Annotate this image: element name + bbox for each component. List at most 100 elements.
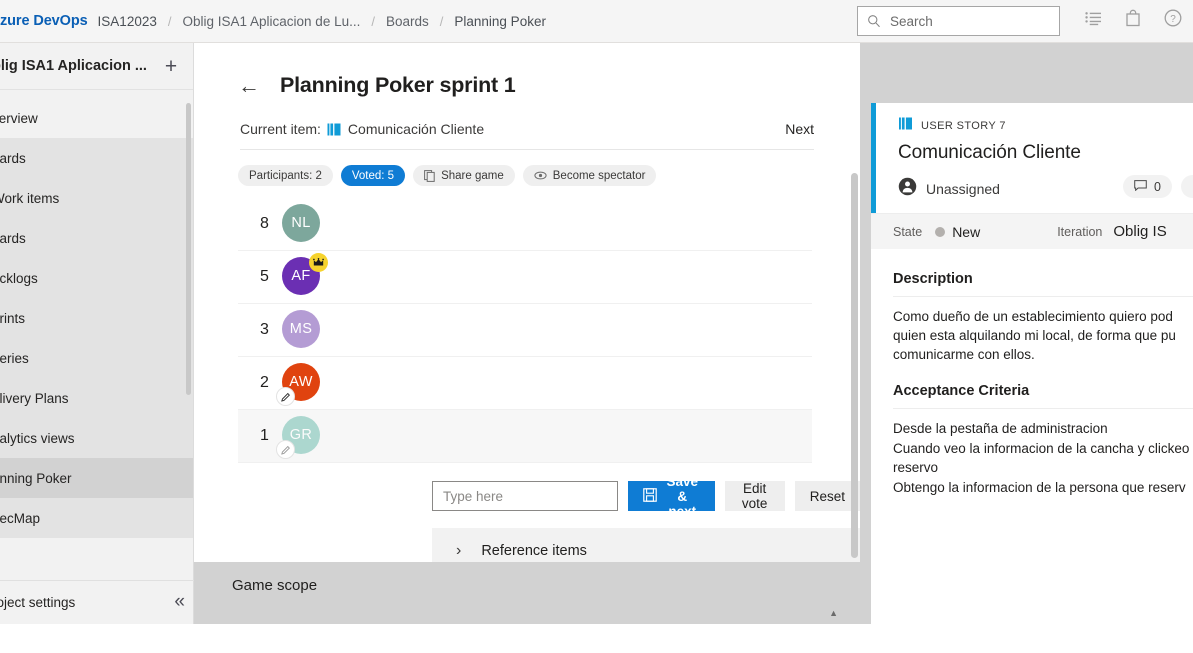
comment-count: 0 <box>1154 179 1161 194</box>
current-item-label: Current item: <box>240 121 321 137</box>
participants-chip[interactable]: Participants: 2 <box>238 165 333 186</box>
page-title: Planning Poker sprint 1 <box>280 72 516 97</box>
table-row[interactable]: 3 MS <box>238 304 812 357</box>
project-header[interactable]: blig ISA1 Aplicacion ... + <box>0 43 193 90</box>
work-item-panel: USER STORY 7 Comunicación Cliente Unassi… <box>860 43 1193 653</box>
sidebar-item-analytics-views[interactable]: nalytics views <box>0 418 193 458</box>
scroll-up-arrow-icon[interactable]: ▲ <box>829 608 838 618</box>
current-item-name[interactable]: Comunicación Cliente <box>348 121 484 137</box>
vote-value: 8 <box>260 215 269 232</box>
sidebar-item-overview[interactable]: verview <box>0 98 193 138</box>
breadcrumb-item-organization[interactable]: ISA12023 <box>98 14 157 29</box>
participants-chip-label: Participants: 2 <box>249 169 322 182</box>
backlog-list-icon[interactable] <box>1073 11 1113 26</box>
search-box[interactable] <box>857 6 1060 36</box>
sidebar-item-sprints[interactable]: prints <box>0 298 193 338</box>
share-game-chip-label: Share game <box>441 169 504 182</box>
secondary-pill[interactable] <box>1181 175 1193 198</box>
voted-chip[interactable]: Voted: 5 <box>340 165 406 186</box>
vote-value: 1 <box>260 427 269 444</box>
person-icon <box>898 177 917 201</box>
next-button[interactable]: Next <box>785 121 814 137</box>
description-heading: Description <box>893 271 973 287</box>
sidebar-item-label: ueries <box>0 350 29 366</box>
edit-pencil-icon[interactable] <box>276 387 295 406</box>
sidebar-item-label: acklogs <box>0 270 38 286</box>
vote-value: 5 <box>260 268 269 285</box>
sidebar-scrollbar[interactable] <box>186 103 191 395</box>
avatar-wrapper: NL <box>282 204 322 244</box>
sidebar-boards-group: oards Work items oards acklogs prints ue… <box>0 138 193 538</box>
project-name: blig ISA1 Aplicacion ... <box>0 58 147 74</box>
vote-value: 3 <box>260 321 269 338</box>
azure-devops-logo[interactable]: zure DevOps <box>0 13 88 29</box>
sidebar-item-delivery-plans[interactable]: elivery Plans <box>0 378 193 418</box>
user-story-book-icon <box>327 123 341 136</box>
table-row[interactable]: 5 AF <box>238 251 812 304</box>
avatar[interactable]: MS <box>282 310 320 348</box>
description-line: quien esta alquilando mi local, de forma… <box>893 328 1176 343</box>
current-item-row: Current item: Comunicación Cliente Next <box>240 121 814 150</box>
top-bar-icons: ? <box>1073 9 1193 27</box>
avatar-wrapper: AW <box>276 363 322 406</box>
project-settings-label: roject settings <box>0 595 76 610</box>
sidebar-item-planning-poker[interactable]: anning Poker <box>0 458 193 498</box>
chevron-right-icon[interactable]: › <box>456 542 461 560</box>
marketplace-bag-icon[interactable] <box>1113 9 1153 27</box>
table-row[interactable]: 2 AW <box>238 357 812 410</box>
share-game-chip[interactable]: Share game <box>413 165 515 186</box>
divider <box>893 408 1193 409</box>
breadcrumb-item-project[interactable]: Oblig ISA1 Aplicacion de Lu... <box>182 14 360 29</box>
vote-input[interactable] <box>432 481 618 511</box>
sidebar-item-backlogs[interactable]: acklogs <box>0 258 193 298</box>
add-new-icon[interactable]: + <box>160 55 182 78</box>
copy-icon <box>424 169 435 182</box>
breadcrumb-separator: / <box>439 13 444 29</box>
state-dot-icon <box>935 226 946 237</box>
search-icon <box>867 14 881 28</box>
table-row[interactable]: 8 NL <box>238 198 812 251</box>
sidebar-item-boards-group[interactable]: oards <box>0 138 193 178</box>
sidebar-item-boards[interactable]: oards <box>0 218 193 258</box>
assigned-to-value: Unassigned <box>926 181 1000 197</box>
avatar-wrapper: AF <box>282 253 328 297</box>
chevron-double-left-icon[interactable]: « <box>174 591 185 613</box>
comment-count-pill[interactable]: 0 <box>1123 175 1172 198</box>
sidebar-item-work-items[interactable]: Work items <box>0 178 193 218</box>
sidebar-item-queries[interactable]: ueries <box>0 338 193 378</box>
iteration-value[interactable]: Oblig IS <box>1113 223 1166 240</box>
become-spectator-chip[interactable]: Become spectator <box>522 165 657 186</box>
edit-vote-button[interactable]: Edit vote <box>724 481 785 511</box>
vote-value: 2 <box>260 374 269 391</box>
work-item-card: USER STORY 7 Comunicación Cliente Unassi… <box>871 103 1193 653</box>
state-label: State <box>893 224 923 239</box>
breadcrumb-item-planning-poker[interactable]: Planning Poker <box>454 14 546 29</box>
work-item-header: USER STORY 7 Comunicación Cliente Unassi… <box>871 103 1193 213</box>
back-arrow-icon[interactable]: ← <box>238 73 260 99</box>
search-input[interactable] <box>890 13 1040 29</box>
work-item-title[interactable]: Comunicación Cliente <box>898 142 1193 164</box>
divider <box>893 296 1193 297</box>
project-settings-button[interactable]: roject settings « <box>0 580 194 624</box>
avatar[interactable]: NL <box>282 204 320 242</box>
save-and-next-label: Save & next <box>666 473 699 519</box>
breadcrumb-separator: / <box>167 13 172 29</box>
state-value[interactable]: New <box>952 224 980 240</box>
eye-icon <box>534 171 547 180</box>
save-floppy-icon <box>643 487 657 505</box>
sidebar-item-specmap[interactable]: pecMap <box>0 498 193 538</box>
breadcrumb-item-boards[interactable]: Boards <box>386 14 429 29</box>
work-item-type-row: USER STORY 7 <box>898 117 1193 135</box>
table-row[interactable]: 1 GR <box>238 410 812 463</box>
breadcrumb-separator: / <box>371 13 375 29</box>
main-scrollbar[interactable] <box>851 173 858 558</box>
voted-chip-label: Voted: 5 <box>351 169 395 182</box>
save-and-next-button[interactable]: Save & next <box>628 474 715 519</box>
help-circle-icon[interactable]: ? <box>1153 9 1193 27</box>
work-item-pills: 0 <box>1123 175 1193 198</box>
edit-pencil-icon[interactable] <box>276 440 295 459</box>
game-status-chips: Participants: 2 Voted: 5 Share game Beco… <box>238 165 860 186</box>
sidebar: blig ISA1 Aplicacion ... + verview oards… <box>0 43 194 624</box>
sidebar-item-label: Work items <box>0 190 60 206</box>
